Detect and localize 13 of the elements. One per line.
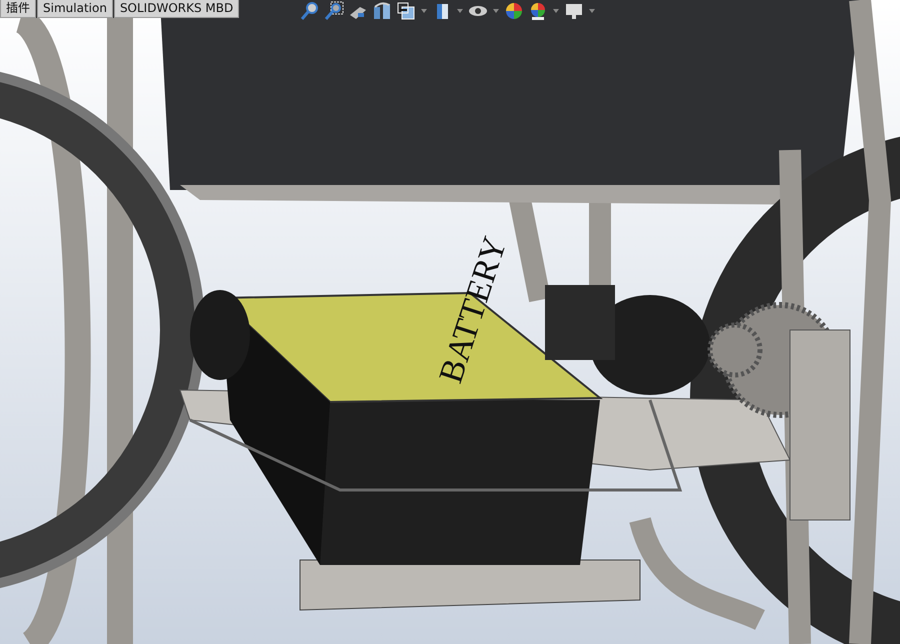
caret-icon[interactable]: [456, 7, 464, 15]
ribbon-tab[interactable]: Simulation: [37, 0, 113, 18]
section-view-icon[interactable]: [372, 1, 392, 21]
ribbon-tab[interactable]: 插件: [0, 0, 36, 18]
appearance-icon[interactable]: [504, 1, 524, 21]
caret-icon[interactable]: [492, 7, 500, 15]
zoom-area-icon[interactable]: [324, 1, 344, 21]
caret-icon[interactable]: [420, 7, 428, 15]
zoom-to-fit-icon[interactable]: [300, 1, 320, 21]
monitor-icon[interactable]: [564, 1, 584, 21]
caret-icon[interactable]: [588, 7, 596, 15]
ribbon-tab[interactable]: SOLIDWORKS MBD: [114, 0, 240, 18]
caret-icon[interactable]: [552, 7, 560, 15]
